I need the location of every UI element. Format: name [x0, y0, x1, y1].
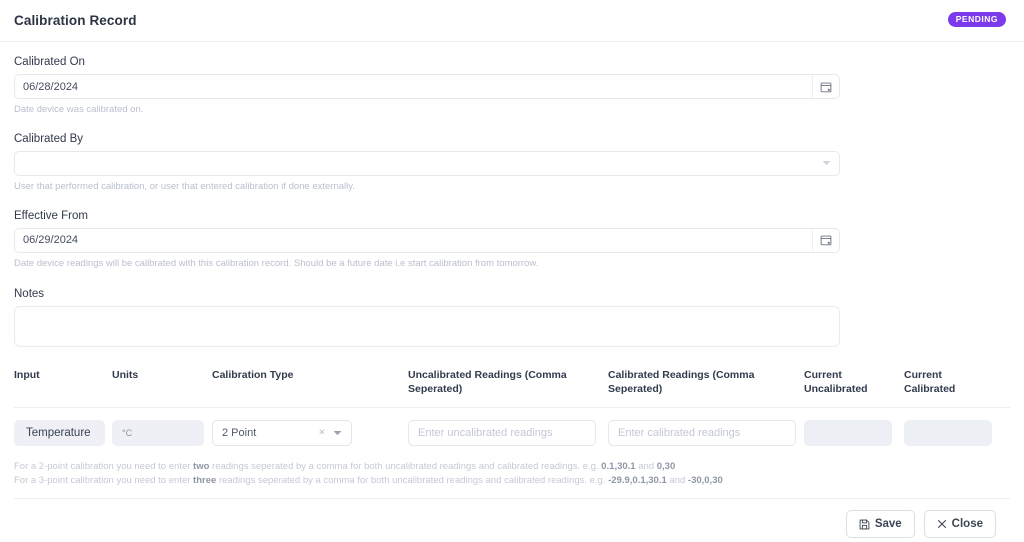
field-notes: Notes: [14, 288, 1010, 348]
calibrated-by-help: User that performed calibration, or user…: [14, 180, 355, 192]
cell-current-uncalibrated: [804, 419, 904, 446]
field-calibrated-by: Calibrated By User that performed calibr…: [14, 133, 1010, 194]
chevron-down-icon[interactable]: [333, 430, 342, 436]
cell-current-calibrated: [904, 419, 1004, 446]
cell-units: °C: [112, 419, 212, 446]
hint-three-point-example-b: -30,0,30: [687, 474, 723, 486]
hint-three-point-strong: three: [193, 474, 217, 486]
effective-from-control: 06/29/2024: [14, 227, 840, 253]
calendar-icon[interactable]: [812, 75, 839, 98]
hint-three-point-conj: and: [666, 474, 688, 486]
hint-two-point-prefix: For a 2-point calibration you need to en…: [14, 460, 194, 472]
calibrated-on-control: 06/28/2024: [14, 74, 840, 99]
cell-calibration-type: 2 Point ×: [212, 419, 408, 446]
column-header-input: Input: [14, 369, 40, 382]
field-calibrated-on: Calibrated On 06/28/2024 Date device was…: [14, 56, 1010, 117]
current-uncalibrated-value: [804, 419, 892, 446]
save-button-label: Save: [874, 518, 902, 531]
calibrated-by-control: [14, 150, 840, 176]
effective-from-help: Date device readings will be calibrated …: [14, 257, 539, 269]
units-value: °C: [112, 419, 204, 446]
window-header: Calibration Record PENDING: [0, 0, 1024, 42]
column-header-current-uncalibrated: Current Uncalibrated: [804, 369, 868, 396]
calendar-icon[interactable]: [812, 228, 839, 252]
column-header-current-calibrated: Current Calibrated: [904, 369, 956, 396]
save-icon: [859, 519, 870, 530]
calibrated-by-label: Calibrated By: [14, 132, 84, 145]
hint-two-point-example-a: 0.1,30.1: [601, 460, 636, 472]
hint-two-point-conj: and: [635, 460, 657, 472]
form-body: Calibrated On 06/28/2024 Date device was…: [0, 42, 1024, 539]
hint-two-point-strong: two: [193, 460, 210, 472]
uncalibrated-readings-input[interactable]: [408, 419, 596, 446]
notes-label: Notes: [14, 288, 45, 301]
close-button-label: Close: [951, 518, 983, 531]
cell-input: Temperature: [14, 419, 112, 446]
hint-three-point-example-a: -29.9,0.1,30.1: [608, 474, 667, 486]
calibration-type-select[interactable]: 2 Point ×: [212, 419, 352, 446]
chevron-down-icon[interactable]: [822, 160, 831, 166]
page-title: Calibration Record: [14, 13, 137, 28]
field-effective-from: Effective From 06/29/2024 Date device re…: [14, 210, 1010, 271]
hint-two-point-middle: readings seperated by a comma for both u…: [209, 460, 602, 472]
calibration-table: Input Units Calibration Type Uncalibrate…: [14, 369, 1010, 446]
notes-textarea[interactable]: [14, 306, 840, 348]
form-footer: Save Close: [14, 498, 1010, 539]
close-icon: [937, 519, 947, 529]
column-header-units: Units: [112, 369, 139, 382]
cell-calibrated-readings: [608, 419, 804, 446]
status-badge: PENDING: [947, 12, 1006, 27]
cell-uncalibrated-readings: [408, 419, 608, 446]
clear-icon[interactable]: ×: [319, 427, 325, 438]
calibration-hints: For a 2-point calibration you need to en…: [14, 460, 1010, 489]
current-calibrated-value: [904, 419, 992, 446]
hint-two-point: For a 2-point calibration you need to en…: [14, 460, 1010, 474]
column-header-calibrated-readings: Calibrated Readings (Comma Seperated): [608, 369, 755, 396]
calibrated-by-select[interactable]: [14, 150, 840, 176]
calibrated-on-label: Calibrated On: [14, 56, 85, 68]
column-header-uncalibrated-readings: Uncalibrated Readings (Comma Seperated): [408, 369, 567, 396]
hint-three-point: For a 3-point calibration you need to en…: [14, 474, 1010, 488]
calibrated-on-input[interactable]: 06/28/2024: [14, 74, 840, 99]
input-name-chip: Temperature: [14, 419, 105, 446]
table-header-row: Input Units Calibration Type Uncalibrate…: [14, 369, 1010, 408]
effective-from-input[interactable]: 06/29/2024: [14, 227, 840, 253]
column-header-calibration-type: Calibration Type: [212, 369, 294, 382]
save-button[interactable]: Save: [845, 510, 915, 539]
hint-three-point-prefix: For a 3-point calibration you need to en…: [14, 474, 194, 486]
effective-from-label: Effective From: [14, 209, 88, 222]
hint-three-point-middle: readings seperated by a comma for both u…: [216, 474, 609, 486]
table-row: Temperature °C 2 Point ×: [14, 408, 1010, 446]
calibrated-readings-input[interactable]: [608, 419, 796, 446]
calibrated-on-help: Date device was calibrated on.: [14, 104, 144, 115]
close-button[interactable]: Close: [923, 510, 996, 539]
hint-two-point-example-b: 0,30: [656, 460, 676, 472]
calibration-type-value: 2 Point: [222, 426, 257, 439]
